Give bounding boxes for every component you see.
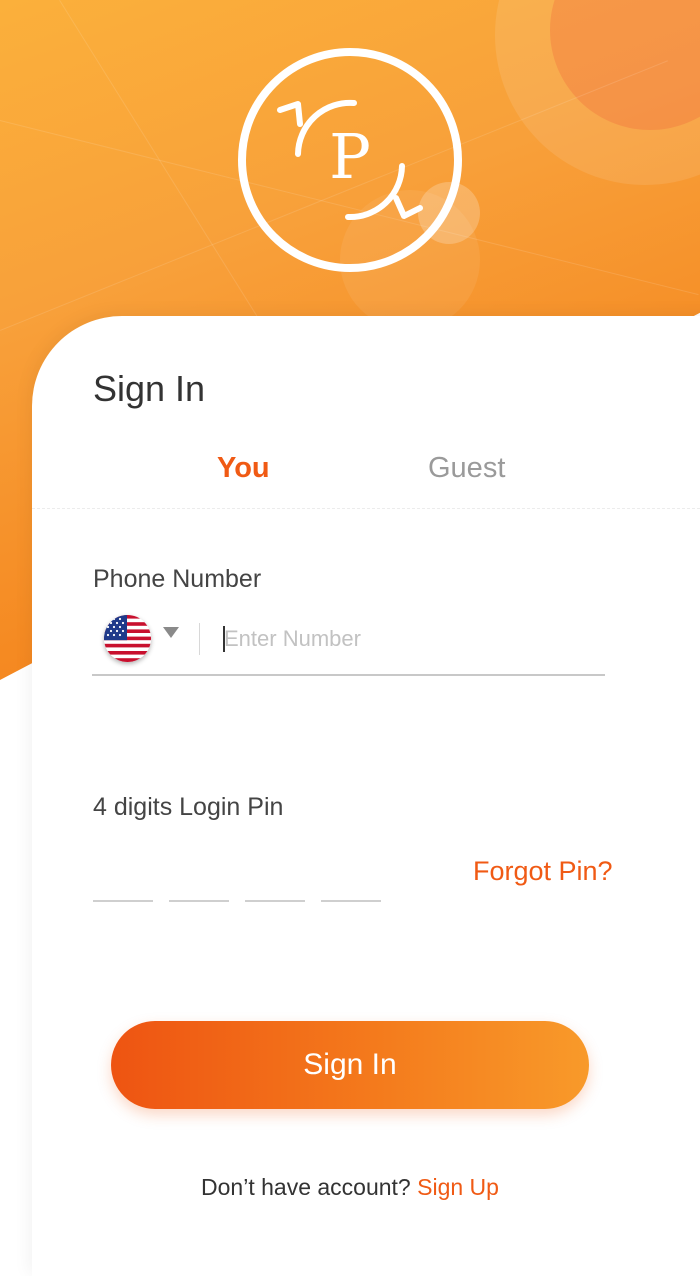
login-pin-label: 4 digits Login Pin: [93, 793, 284, 821]
tab-divider: [32, 508, 700, 509]
pin-digit-3[interactable]: [245, 860, 305, 902]
phone-number-input[interactable]: [220, 620, 604, 658]
phone-underline: [92, 674, 605, 676]
page-title: Sign In: [93, 368, 206, 409]
pin-digit-4[interactable]: [321, 860, 381, 902]
app-logo-icon: P: [238, 48, 462, 272]
us-flag-icon[interactable]: [104, 615, 151, 662]
tab-you[interactable]: You: [217, 452, 270, 485]
chevron-down-icon[interactable]: [163, 627, 179, 638]
text-cursor: [223, 626, 225, 652]
sign-up-link[interactable]: Sign Up: [417, 1174, 499, 1200]
phone-number-label: Phone Number: [93, 565, 262, 593]
pin-digit-2[interactable]: [169, 860, 229, 902]
logo-letter: P: [329, 120, 371, 193]
signup-prompt: Don’t have account? Sign Up: [0, 1174, 700, 1201]
divider: [199, 623, 200, 655]
signup-prompt-text: Don’t have account?: [201, 1174, 418, 1200]
tab-guest[interactable]: Guest: [428, 452, 505, 485]
sign-in-button[interactable]: Sign In: [111, 1021, 589, 1109]
forgot-pin-link[interactable]: Forgot Pin?: [473, 856, 613, 887]
pin-digit-1[interactable]: [93, 860, 153, 902]
